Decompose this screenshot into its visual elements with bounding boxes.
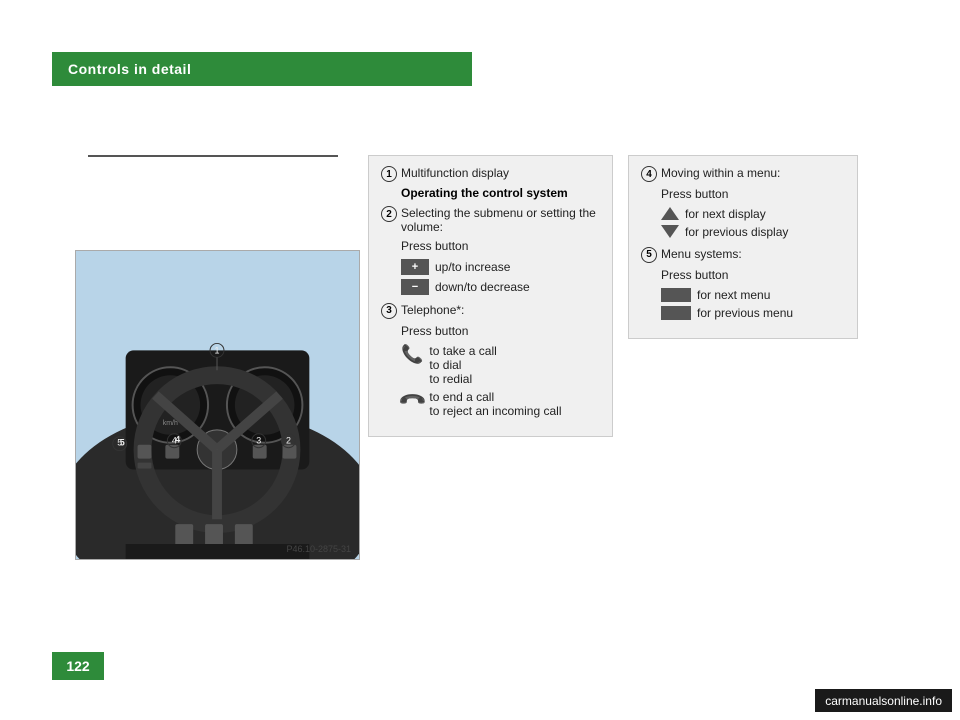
circle-4: 4 xyxy=(641,166,657,182)
section-4-title-text: Moving within a menu: xyxy=(661,166,780,180)
divider-line xyxy=(88,155,338,157)
page-number: 122 xyxy=(66,658,89,674)
menu-next-label: for next menu xyxy=(697,288,770,302)
section-5-header: 5 Menu systems: xyxy=(641,247,845,263)
circle-5: 5 xyxy=(641,247,657,263)
phone-redial: to redial xyxy=(429,372,496,386)
plus-icon: + xyxy=(401,259,429,275)
nav-up-label: for next display xyxy=(685,207,766,221)
left-info-box: 1 Multifunction display Operating the co… xyxy=(368,155,613,437)
section-4-header: 4 Moving within a menu: xyxy=(641,166,845,182)
phone-green-row: 📞 to take a call to dial to redial xyxy=(401,344,600,386)
section-4-sub: Press button for next display for previo… xyxy=(661,186,845,239)
phone-green-labels: to take a call to dial to redial xyxy=(429,344,496,386)
section-1-header: 1 Multifunction display xyxy=(381,166,600,182)
btn-down-row: − down/to decrease xyxy=(401,279,600,295)
section-2-header: 2 Selecting the submenu or setting the v… xyxy=(381,206,600,234)
menu-next-row: for next menu xyxy=(661,288,845,302)
section-2-press: Press button xyxy=(401,238,600,255)
nav-up-row: for next display xyxy=(661,207,845,221)
svg-text:km/h: km/h xyxy=(163,420,178,427)
page-number-box: 122 xyxy=(52,652,104,680)
phone-reject: to reject an incoming call xyxy=(429,404,561,418)
menu-prev-icon xyxy=(661,306,691,320)
svg-text:3: 3 xyxy=(256,436,261,446)
watermark-text: carmanualsonline.info xyxy=(825,694,942,708)
phone-red-row: 📞 to end a call to reject an incoming ca… xyxy=(401,390,600,418)
svg-text:5: 5 xyxy=(117,438,122,448)
svg-text:2: 2 xyxy=(286,436,291,446)
nav-down-label: for previous display xyxy=(685,225,788,239)
section-3-sub: Press button 📞 to take a call to dial to… xyxy=(401,323,600,418)
section-4-title: Moving within a menu: xyxy=(661,166,780,180)
section-3-title: Telephone*: xyxy=(401,303,464,317)
top-bar: Controls in detail xyxy=(52,52,472,86)
menu-next-icon xyxy=(661,288,691,302)
circle-3: 3 xyxy=(381,303,397,319)
phone-end-icon: 📞 xyxy=(397,385,428,416)
right-info-box: 4 Moving within a menu: Press button for… xyxy=(628,155,858,339)
phone-green-icon: 📞 xyxy=(401,344,423,365)
section-5-press: Press button xyxy=(661,267,845,284)
phone-end-call: to end a call xyxy=(429,390,561,404)
nav-down-row: for previous display xyxy=(661,225,845,239)
minus-icon: − xyxy=(401,279,429,295)
menu-prev-row: for previous menu xyxy=(661,306,845,320)
phone-red-labels: to end a call to reject an incoming call xyxy=(429,390,561,418)
section-4-press: Press button xyxy=(661,186,845,203)
menu-prev-label: for previous menu xyxy=(697,306,793,320)
section-2-sub: Press button + up/to increase − down/to … xyxy=(401,238,600,295)
svg-text:4: 4 xyxy=(172,436,177,446)
section-5-sub: Press button for next menu for previous … xyxy=(661,267,845,320)
phone-dial: to dial xyxy=(429,358,496,372)
section-1-bold: Operating the control system xyxy=(401,186,600,200)
circle-2: 2 xyxy=(381,206,397,222)
triangle-down-icon xyxy=(661,225,679,238)
section-3-press: Press button xyxy=(401,323,600,340)
watermark-bar: carmanualsonline.info xyxy=(815,689,952,712)
btn-up-label: up/to increase xyxy=(435,260,510,274)
btn-up-row: + up/to increase xyxy=(401,259,600,275)
steering-wheel-svg: km/h ★ 5 5 4 4 3 2 1 xyxy=(76,250,359,560)
section-2-title: Selecting the submenu or setting the vol… xyxy=(401,206,600,234)
section-1-title: Multifunction display xyxy=(401,166,509,180)
section-5-title: Menu systems: xyxy=(661,247,742,261)
phone-take-call: to take a call xyxy=(429,344,496,358)
circle-1: 1 xyxy=(381,166,397,182)
btn-down-label: down/to decrease xyxy=(435,280,530,294)
svg-text:1: 1 xyxy=(215,345,220,355)
image-caption: P46.10-2875-31 xyxy=(286,544,351,554)
top-bar-title: Controls in detail xyxy=(68,61,191,77)
section-3-header: 3 Telephone*: xyxy=(381,303,600,319)
car-image: km/h ★ 5 5 4 4 3 2 1 xyxy=(75,250,360,560)
triangle-up-icon xyxy=(661,207,679,220)
